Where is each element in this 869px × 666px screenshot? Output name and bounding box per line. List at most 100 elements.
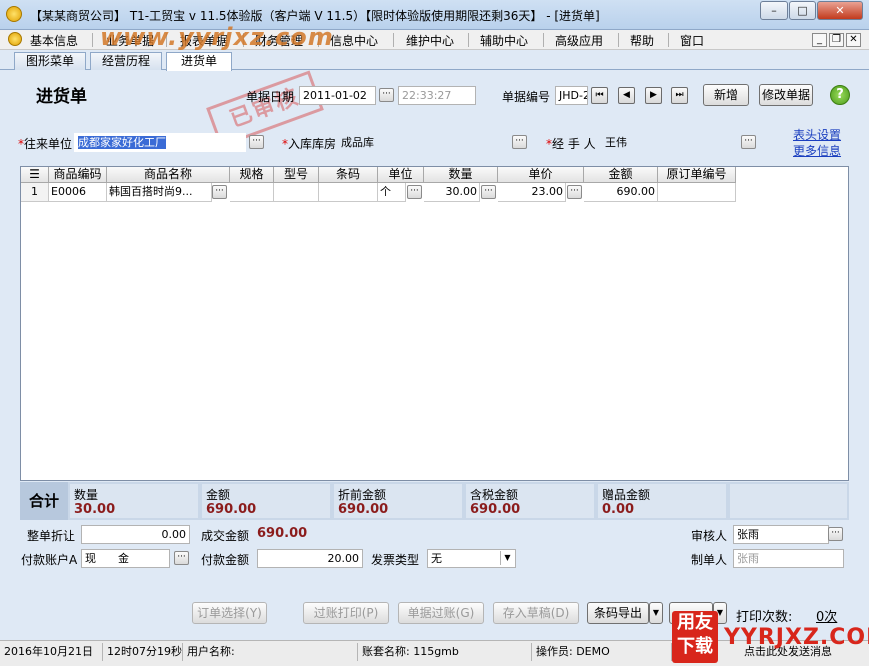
menu-separator [668, 33, 669, 47]
help-icon[interactable]: ? [830, 85, 850, 105]
column-header[interactable]: 原订单编号 [658, 167, 736, 183]
total-qty-label: 数量 [74, 488, 99, 502]
reviewer-label: 审核人 [691, 529, 728, 543]
deal-amount-value: 690.00 [257, 526, 308, 541]
close-button[interactable]: ✕ [817, 1, 863, 20]
unit-picker-button[interactable]: ··· [407, 185, 422, 199]
chevron-down-icon: ▼ [500, 551, 514, 565]
discount-label: 整单折让 [27, 529, 76, 543]
date-picker-button[interactable]: ··· [379, 88, 394, 102]
maker-field[interactable]: 张雨 [733, 549, 844, 568]
discount-field[interactable]: 0.00 [81, 525, 190, 544]
mdi-close-button[interactable]: ✕ [846, 33, 861, 47]
column-header[interactable]: 条码 [319, 167, 378, 183]
maximize-button[interactable]: □ [789, 1, 816, 20]
edit-document-button[interactable]: 修改单据 [759, 84, 813, 106]
more-info-link[interactable]: 更多信息 [793, 142, 841, 159]
mdi-restore-button[interactable]: ❐ [829, 33, 844, 47]
menu-basic-info[interactable]: 基本信息 [30, 32, 78, 49]
warehouse-picker-button[interactable]: ··· [512, 135, 527, 149]
date-field[interactable]: 2011-01-02 [299, 86, 376, 105]
cell-amount[interactable]: 690.00 [584, 183, 658, 202]
column-header[interactable]: 商品编码 [49, 167, 107, 183]
handler-field[interactable]: 王伟 [601, 133, 738, 152]
maker-label: 制单人 [691, 553, 728, 567]
qty-picker-button[interactable]: ··· [481, 185, 496, 199]
print-count-label: 打印次数: [736, 610, 793, 625]
partner-field[interactable]: 成都家家好化工厂 [74, 133, 246, 152]
post-print-button[interactable]: 过账打印(P) [303, 602, 389, 624]
reviewer-picker-button[interactable]: ··· [828, 527, 843, 541]
cell-order-no[interactable] [658, 183, 736, 202]
minimize-button[interactable]: – [760, 1, 788, 20]
time-field[interactable]: 22:33:27 [398, 86, 476, 105]
post-document-button[interactable]: 单据过账(G) [398, 602, 484, 624]
menu-separator [543, 33, 544, 47]
first-record-button[interactable]: ⏮ [591, 87, 608, 104]
save-draft-button[interactable]: 存入草稿(D) [493, 602, 579, 624]
order-select-button[interactable]: 订单选择(Y) [192, 602, 267, 624]
total-pre-discount-value: 690.00 [338, 502, 389, 517]
app-icon [6, 6, 22, 22]
cell-code[interactable]: E0006 [49, 183, 107, 202]
name-picker-button[interactable]: ··· [212, 185, 227, 199]
cell-spec[interactable] [230, 183, 274, 202]
mdi-minimize-button[interactable]: _ [812, 33, 827, 47]
download-logo-text: YYRJXZ.COM [724, 625, 869, 650]
column-header[interactable]: 单价 [498, 167, 584, 183]
total-amount-value: 690.00 [206, 502, 257, 517]
doc-number-field[interactable]: JHD-2 [555, 86, 588, 105]
price-picker-button[interactable]: ··· [567, 185, 582, 199]
menu-info-center[interactable]: 信息中心 [330, 32, 378, 49]
partner-picker-button[interactable]: ··· [249, 135, 264, 149]
payment-account-field[interactable]: 现 金 [81, 549, 170, 568]
barcode-export-dropdown[interactable]: ▼ [649, 602, 663, 624]
column-header[interactable]: 金额 [584, 167, 658, 183]
payment-amount-field[interactable]: 20.00 [257, 549, 363, 568]
column-header[interactable]: 规格 [230, 167, 274, 183]
payment-account-picker-button[interactable]: ··· [174, 551, 189, 565]
total-tax-incl-value: 690.00 [470, 502, 521, 517]
tab-strip: 图形菜单 经营历程 进货单 [0, 50, 869, 71]
partner-label: *往来单位 [18, 137, 73, 151]
reviewer-field[interactable]: 张雨 [733, 525, 829, 544]
menu-separator [92, 33, 93, 47]
menu-window[interactable]: 窗口 [680, 32, 704, 49]
column-header[interactable]: 型号 [274, 167, 319, 183]
menu-auxiliary[interactable]: 辅助中心 [480, 32, 528, 49]
invoice-type-label: 发票类型 [371, 553, 420, 567]
total-gift-value: 0.00 [602, 502, 635, 517]
cell-name[interactable]: 韩国百搭时尚9... [107, 183, 212, 202]
status-user: 用户名称: [183, 643, 358, 661]
cell-model[interactable] [274, 183, 319, 202]
tab-purchase-order[interactable]: 进货单 [166, 52, 232, 71]
total-qty-block: 数量 30.00 [70, 484, 198, 518]
menu-separator [393, 33, 394, 47]
handler-label: *经 手 人 [546, 137, 596, 151]
invoice-type-select[interactable]: 无 ▼ [427, 549, 516, 568]
tab-business-history[interactable]: 经营历程 [90, 52, 162, 70]
warehouse-field[interactable]: 成品库 [337, 133, 509, 152]
menu-maintenance[interactable]: 维护中心 [406, 32, 454, 49]
payment-amount-label: 付款金额 [201, 553, 250, 567]
total-qty-value: 30.00 [74, 502, 116, 517]
prev-record-button[interactable]: ◀ [618, 87, 635, 104]
handler-picker-button[interactable]: ··· [741, 135, 756, 149]
menu-help[interactable]: 帮助 [630, 32, 654, 49]
column-header[interactable]: 数量 [424, 167, 498, 183]
barcode-export-button[interactable]: 条码导出 [587, 602, 649, 624]
column-header[interactable]: 单位 [378, 167, 424, 183]
cell-qty[interactable]: 30.00 [424, 183, 480, 202]
add-button[interactable]: 新增 [703, 84, 749, 106]
cell-barcode[interactable] [319, 183, 378, 202]
next-record-button[interactable]: ▶ [645, 87, 662, 104]
cell-unit[interactable]: 个 [378, 183, 406, 202]
menu-advanced[interactable]: 高级应用 [555, 32, 603, 49]
column-header[interactable]: 商品名称 [107, 167, 230, 183]
header-settings-link[interactable]: 表头设置 [793, 126, 841, 143]
app-menu-icon[interactable] [8, 32, 22, 46]
last-record-button[interactable]: ⏭ [671, 87, 688, 104]
cell-price[interactable]: 23.00 [498, 183, 566, 202]
status-operator: 操作员: DEMO [532, 643, 672, 661]
tab-graphic-menu[interactable]: 图形菜单 [14, 52, 86, 70]
